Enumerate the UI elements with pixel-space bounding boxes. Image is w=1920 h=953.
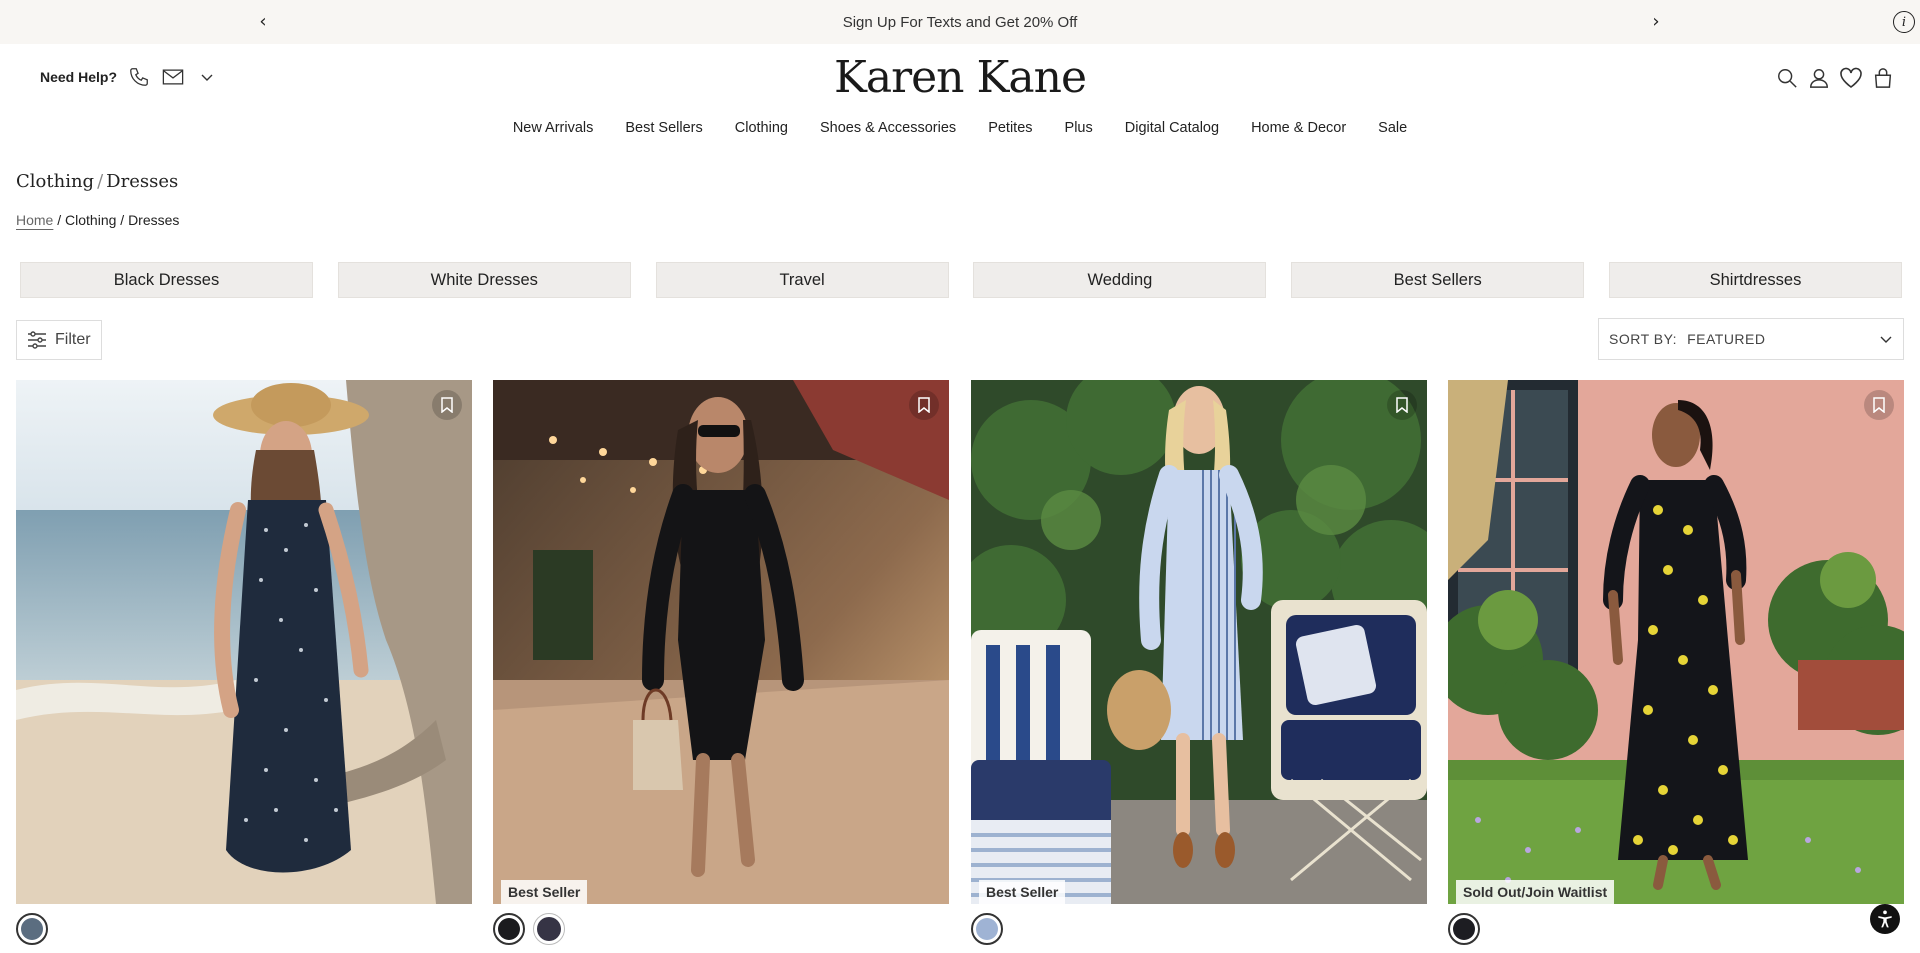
nav-new-arrivals[interactable]: New Arrivals (513, 120, 594, 136)
page-title: Clothing / Dresses (16, 171, 178, 192)
brand-logo[interactable]: Karen Kane (0, 52, 1920, 103)
info-icon[interactable]: i (1893, 11, 1915, 33)
product-image[interactable]: Best Seller (493, 380, 949, 904)
page-title-separator: / (97, 171, 104, 192)
color-swatch[interactable] (16, 913, 48, 945)
bookmark-icon[interactable] (432, 390, 462, 420)
nav-home-decor[interactable]: Home & Decor (1251, 120, 1346, 136)
nav-best-sellers[interactable]: Best Sellers (625, 120, 702, 136)
product-badge: Best Seller (501, 880, 588, 904)
product-card[interactable]: Best Seller (493, 380, 949, 953)
color-swatch[interactable] (1448, 913, 1480, 945)
utility-icons (1774, 64, 1896, 92)
chip-black-dresses[interactable]: Black Dresses (20, 262, 313, 298)
product-card[interactable]: Best Seller (971, 380, 1427, 953)
chip-travel[interactable]: Travel (655, 262, 949, 298)
chip-shirtdresses[interactable]: Shirtdresses (1608, 262, 1902, 298)
search-icon[interactable] (1774, 64, 1800, 92)
product-image[interactable] (16, 380, 472, 904)
color-swatches (1448, 913, 1480, 945)
nav-digital-catalog[interactable]: Digital Catalog (1125, 120, 1219, 136)
main-nav: New Arrivals Best Sellers Clothing Shoes… (0, 120, 1920, 136)
heart-icon[interactable] (1838, 64, 1864, 92)
breadcrumb-home-link[interactable]: Home (16, 212, 53, 228)
promo-message[interactable]: Sign Up For Texts and Get 20% Off (843, 14, 1078, 31)
product-card[interactable] (16, 380, 472, 953)
site-header: Need Help? Karen Kane New Arrivals Best … (0, 44, 1920, 204)
sort-dropdown[interactable]: SORT BY: FEATURED (1598, 318, 1904, 360)
color-swatch[interactable] (533, 913, 565, 945)
chevron-down-icon (1879, 334, 1893, 344)
color-swatches (493, 913, 565, 945)
accessibility-icon[interactable] (1870, 904, 1900, 934)
filter-sliders-icon (28, 331, 46, 349)
nav-petites[interactable]: Petites (988, 120, 1032, 136)
color-swatches (971, 913, 1003, 945)
filter-button[interactable]: Filter (16, 320, 102, 360)
product-badge: Best Seller (979, 880, 1066, 904)
sort-label: SORT BY: (1609, 331, 1678, 347)
color-swatch[interactable] (971, 913, 1003, 945)
bag-icon[interactable] (1870, 64, 1896, 92)
nav-plus[interactable]: Plus (1065, 120, 1093, 136)
category-chips: Black Dresses White Dresses Travel Weddi… (20, 262, 1902, 298)
promo-bar: ‹ Sign Up For Texts and Get 20% Off › i (0, 0, 1920, 44)
bookmark-icon[interactable] (1387, 390, 1417, 420)
product-badge: Sold Out/Join Waitlist (1456, 880, 1615, 904)
nav-shoes-accessories[interactable]: Shoes & Accessories (820, 120, 956, 136)
promo-next-button[interactable]: › (1644, 10, 1668, 34)
chip-best-sellers[interactable]: Best Sellers (1291, 262, 1585, 298)
breadcrumb: Home / Clothing / Dresses (16, 212, 179, 228)
bookmark-icon[interactable] (1864, 390, 1894, 420)
filter-label: Filter (55, 331, 91, 348)
promo-prev-button[interactable]: ‹ (251, 10, 275, 34)
bookmark-icon[interactable] (909, 390, 939, 420)
product-card[interactable]: Sold Out/Join Waitlist (1448, 380, 1904, 953)
breadcrumb-trail: / Clothing / Dresses (53, 212, 180, 228)
page-title-parent: Clothing (16, 171, 95, 192)
page-title-current: Dresses (106, 171, 179, 192)
color-swatches (16, 913, 48, 945)
chip-white-dresses[interactable]: White Dresses (337, 262, 631, 298)
product-image[interactable]: Sold Out/Join Waitlist (1448, 380, 1904, 904)
product-image[interactable]: Best Seller (971, 380, 1427, 904)
nav-clothing[interactable]: Clothing (735, 120, 788, 136)
nav-sale[interactable]: Sale (1378, 120, 1407, 136)
chip-wedding[interactable]: Wedding (973, 262, 1267, 298)
sort-value: FEATURED (1687, 331, 1766, 347)
color-swatch[interactable] (493, 913, 525, 945)
account-icon[interactable] (1806, 64, 1832, 92)
